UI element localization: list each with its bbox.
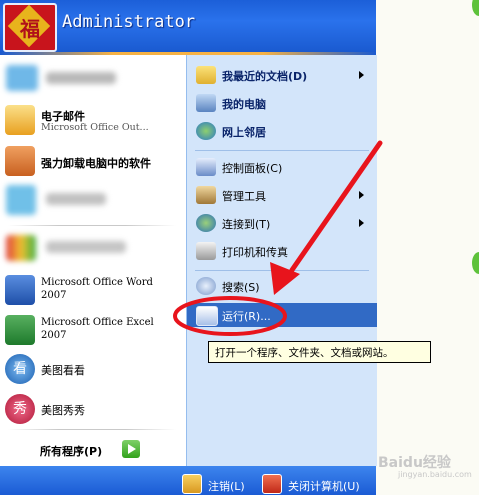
- red-arrow-shaft: [289, 140, 383, 273]
- watermark-brand: Baidu经验: [378, 455, 451, 471]
- red-annotation: [173, 140, 383, 336]
- red-ellipse: [173, 296, 287, 336]
- watermark-url: jingyan.baidu.com: [398, 470, 472, 479]
